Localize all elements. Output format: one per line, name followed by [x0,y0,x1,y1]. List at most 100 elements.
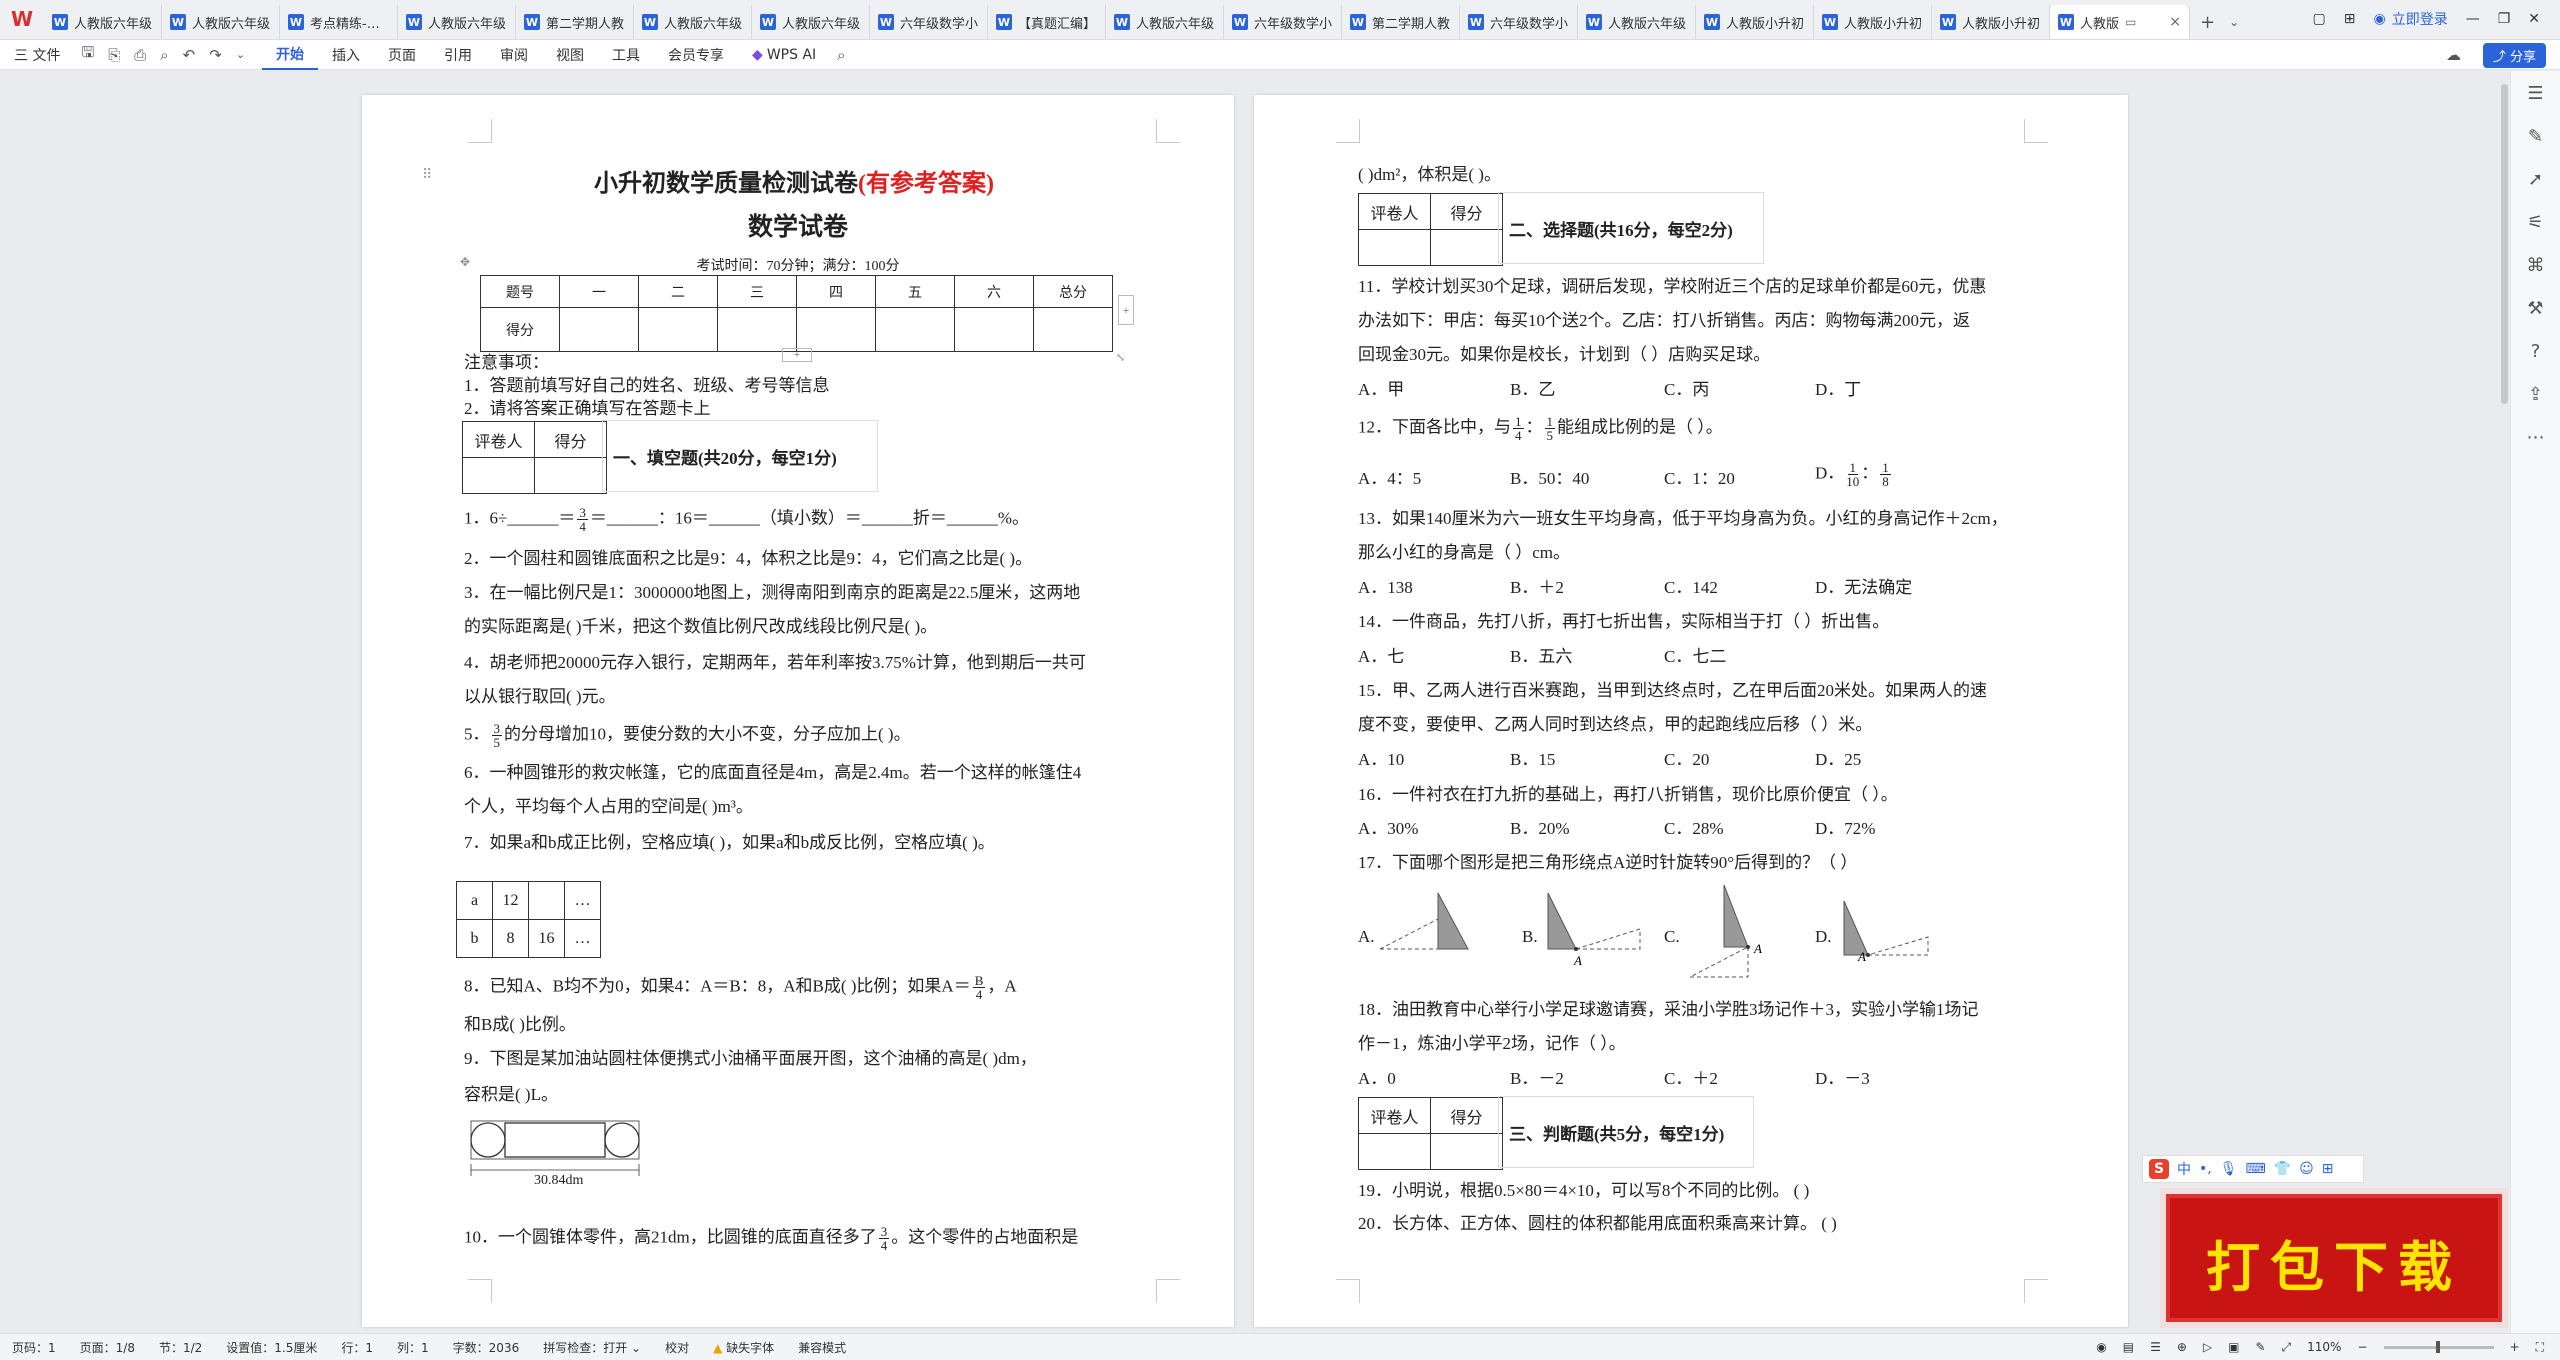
shirt-icon[interactable]: 👕 [2274,1161,2291,1177]
ime-language[interactable]: 中 [2177,1159,2191,1179]
tab-document[interactable]: W 人教版小升初 [1814,5,1932,39]
zoom-slider-thumb[interactable] [2435,1340,2440,1353]
status-pages[interactable]: 页面：1/8 [68,1339,147,1356]
page-view-icon[interactable]: ▤ [2123,1340,2134,1354]
tab-list-chevron-icon[interactable]: ⌄ [2229,15,2239,29]
table-cell[interactable] [1430,229,1503,266]
window-layout-icon[interactable]: ▢ [2313,11,2326,27]
zoom-out-icon[interactable]: − [2357,1340,2367,1354]
tab-document[interactable]: W 第二学期人教 [1342,5,1460,39]
tab-document[interactable]: W 人教版六年级 [634,5,752,39]
menu-item[interactable]: 工具 [598,40,654,70]
status-setting[interactable]: 设置值：1.5厘米 [214,1339,329,1356]
restore-icon[interactable]: ❐ [2498,11,2511,27]
help-icon[interactable]: ? [2531,341,2541,362]
tab-document[interactable]: W 人教版六年级 [44,5,162,39]
table-cell[interactable] [559,307,639,352]
grid-icon[interactable]: ⊞ [2322,1161,2334,1177]
status-spellcheck[interactable]: 拼写检查：打开 ⌄ [531,1339,653,1356]
redo-icon[interactable]: ↷ [202,46,229,64]
tab-document[interactable]: W 人教版六年级 [162,5,280,39]
tab-document[interactable]: W 六年级数学小 [870,5,988,39]
print-icon[interactable]: ⎙ [127,46,153,64]
table-cell[interactable] [1430,1133,1503,1170]
tab-document[interactable]: W 六年级数学小 [1224,5,1342,39]
close-window-icon[interactable]: ✕ [2528,11,2540,27]
keyboard-icon[interactable]: ⌨ [2246,1161,2266,1177]
minimize-icon[interactable]: — [2466,11,2480,27]
tab-document[interactable]: W 第二学期人教 [516,5,634,39]
cloud-sync-icon[interactable]: ☁ [2439,46,2468,64]
status-compat[interactable]: 兼容模式 [786,1339,858,1356]
menu-item[interactable]: 引用 [430,40,486,70]
fit-page-icon[interactable]: ⤢ [2282,1340,2292,1355]
close-tab-icon[interactable]: × [2169,14,2181,30]
menu-file[interactable]: 三 文件 [0,40,74,70]
table-cell[interactable] [462,457,535,494]
add-column-button[interactable]: + [1118,295,1134,325]
read-mode-icon[interactable]: ▣ [2228,1340,2239,1354]
tools-icon[interactable]: ⚒ [2527,298,2543,319]
menu-item[interactable]: 会员专享 [654,40,738,70]
table-cell[interactable] [1358,1133,1431,1170]
save-icon[interactable]: 🖫 [74,42,101,67]
status-missing-font[interactable]: ▲ 缺失字体 [701,1339,786,1356]
wps-ai-button[interactable]: ◆ WPS AI [738,40,830,70]
vertical-scrollbar[interactable] [2501,84,2508,404]
menu-item[interactable]: 视图 [542,40,598,70]
tab-document[interactable]: W 考点精练-人教 [280,5,398,39]
menu-item[interactable]: 插入 [318,40,374,70]
drag-handle-icon[interactable]: ⠿ [422,167,432,184]
panel-toggle-icon[interactable]: ☰ [2527,83,2543,104]
tab-document[interactable]: W 人教版六年级 [1578,5,1696,39]
table-resize-icon[interactable]: ⤡ [1116,351,1125,364]
emoji-icon[interactable]: ☺ [2299,1161,2314,1177]
table-cell[interactable] [954,307,1034,352]
eye-protect-icon[interactable]: ◉ [2096,1340,2106,1354]
zoom-slider[interactable] [2383,1340,2494,1353]
outline-view-icon[interactable]: ☰ [2150,1340,2161,1354]
zoom-level[interactable]: 110% [2307,1340,2341,1354]
tab-document[interactable]: W 人教版小升初 [1932,5,2050,39]
tab-document[interactable]: W 人教版六年级 [752,5,870,39]
microphone-icon[interactable]: 🎙 [2220,1161,2238,1177]
fullscreen-icon[interactable]: ⛶ [2536,1340,2544,1355]
menu-item[interactable]: 页面 [374,40,430,70]
tab-document[interactable]: W 六年级数学小 [1460,5,1578,39]
tab-active-document[interactable]: W 人教版 ▭ × [2050,5,2190,39]
select-cursor-icon[interactable]: ➚ [2528,169,2543,190]
ime-toolbar[interactable]: S 中 •, 🎙 ⌨ 👕 ☺ ⊞ [2142,1155,2364,1183]
table-cell[interactable] [1033,307,1113,352]
document-page-1[interactable]: ⠿ 小升初数学质量检测试卷(有参考答案) 数学试卷 考试时间：70分钟；满分：1… [362,95,1234,1327]
new-tab-icon[interactable]: + [2200,12,2215,33]
write-mode-icon[interactable]: ✎ [2255,1340,2265,1354]
document-page-2[interactable]: ( )dm²，体积是( )。 评卷人 得分 二、选择题(共16分，每空2分) 11… [1254,95,2128,1327]
tab-document[interactable]: W 【真题汇编】 [988,5,1106,39]
share-link-icon[interactable]: ⇪ [2528,384,2543,405]
zoom-in-icon[interactable]: + [2510,1340,2520,1354]
apps-icon[interactable]: ⊞ [2344,11,2356,27]
add-row-button[interactable]: + [782,348,812,362]
status-section[interactable]: 节：1/2 [147,1339,214,1356]
status-proofread[interactable]: 校对 [653,1339,701,1356]
tab-document[interactable]: W 人教版六年级 [398,5,516,39]
status-col[interactable]: 列：1 [385,1339,441,1356]
status-row[interactable]: 行：1 [329,1339,385,1356]
print-preview-icon[interactable]: ⌕ [153,46,175,64]
play-icon[interactable]: ▷ [2203,1340,2212,1354]
tab-document[interactable]: W 人教版六年级 [1106,5,1224,39]
table-cell[interactable] [875,307,955,352]
table-move-icon[interactable]: ✥ [460,255,470,270]
edit-pen-icon[interactable]: ✎ [2528,126,2543,147]
tab-document[interactable]: W 人教版小升初 [1696,5,1814,39]
undo-icon[interactable]: ↶ [176,46,203,64]
table-cell[interactable] [638,307,718,352]
wps-logo-icon[interactable]: W [0,0,44,39]
export-pdf-icon[interactable]: ⎘ [101,46,127,64]
table-cell[interactable] [1358,229,1431,266]
login-button[interactable]: ◉ 立即登录 [2373,9,2447,29]
share-button[interactable]: ⤴ 分享 [2482,43,2546,68]
table-cell[interactable] [717,307,797,352]
download-banner[interactable]: 打包下载 [2160,1188,2508,1328]
web-view-icon[interactable]: ⊕ [2177,1340,2187,1354]
